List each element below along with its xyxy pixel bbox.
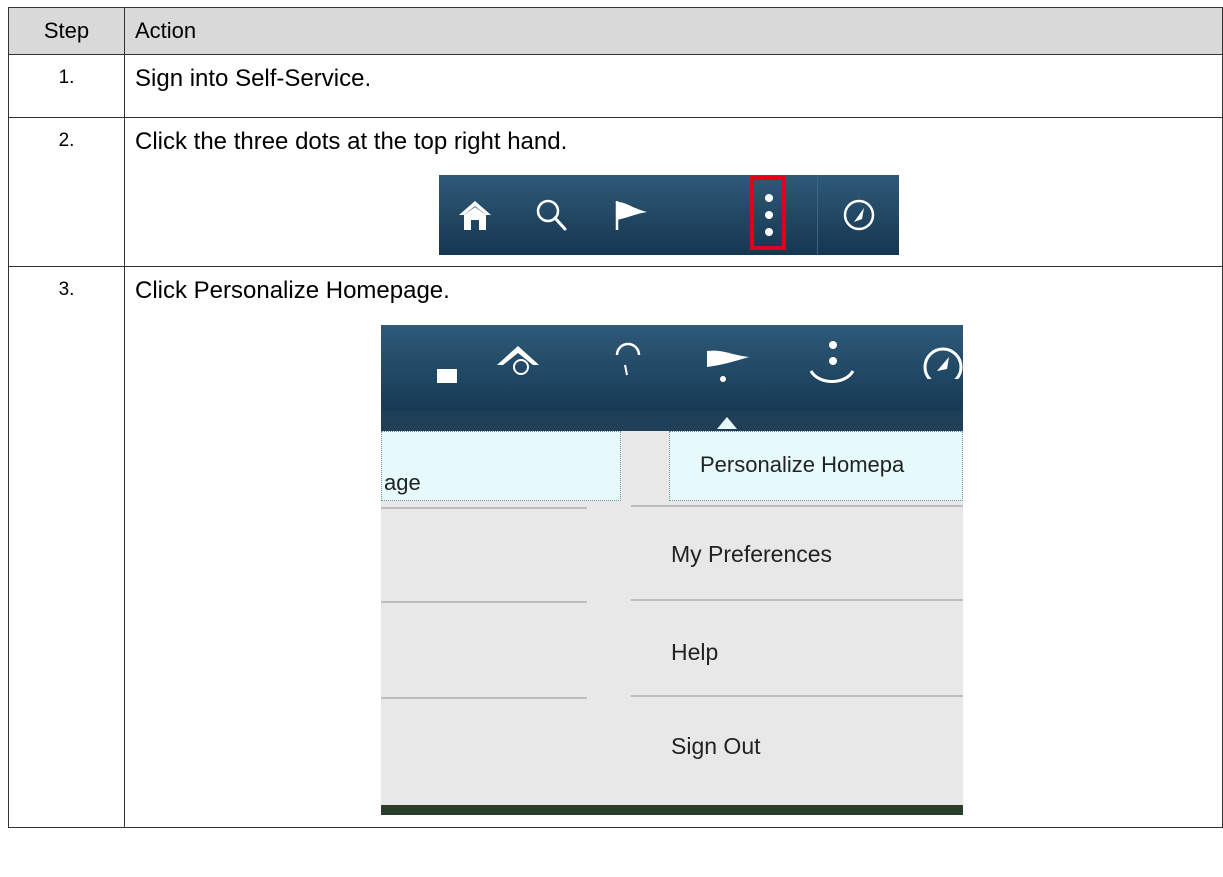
home-search-icon[interactable] <box>493 343 543 379</box>
home-icon[interactable] <box>437 369 457 383</box>
divider <box>381 697 587 699</box>
flag-icon[interactable] <box>701 345 753 385</box>
divider <box>381 601 587 603</box>
search-icon[interactable] <box>531 175 571 255</box>
step-number: 2. <box>8 117 125 267</box>
step-action: Click Personalize Homepage. age Personal… <box>124 266 1223 828</box>
navigator-icon[interactable] <box>913 339 963 379</box>
step-action: Sign into Self-Service. <box>124 54 1223 118</box>
divider <box>631 505 963 507</box>
step-number: 3. <box>8 266 125 828</box>
menu-pointer <box>717 417 737 429</box>
divider <box>381 507 587 509</box>
help-item[interactable]: Help <box>671 639 718 666</box>
navbar-screenshot <box>439 175 899 255</box>
step-number: 1. <box>8 54 125 118</box>
table-header-row: Step Action <box>8 7 1223 55</box>
menu-item-label: Personalize Homepa <box>700 452 905 477</box>
my-preferences-item[interactable]: My Preferences <box>671 541 832 568</box>
divider <box>631 599 963 601</box>
step-column-header: Step <box>8 7 125 55</box>
table-row: 2. Click the three dots at the top right… <box>8 117 1223 267</box>
home-icon[interactable] <box>455 175 495 255</box>
step-action: Click the three dots at the top right ha… <box>124 117 1223 267</box>
table-row: 3. Click Personalize Homepage. age Perso… <box>8 266 1223 828</box>
personalize-homepage-item[interactable]: Personalize Homepa <box>669 431 963 501</box>
menu-bottom-bar <box>381 805 963 815</box>
sign-out-item[interactable]: Sign Out <box>671 733 761 760</box>
navbar-strip <box>381 411 963 431</box>
more-actions-icon[interactable] <box>797 337 867 393</box>
navigator-icon[interactable] <box>839 175 879 255</box>
divider <box>631 695 963 697</box>
table-row: 1. Sign into Self-Service. <box>8 54 1223 118</box>
action-column-header: Action <box>124 7 1223 55</box>
search-icon[interactable] <box>613 339 643 379</box>
highlight-box <box>750 176 786 250</box>
step-action-text: Click the three dots at the top right ha… <box>135 128 568 155</box>
tile-label: age <box>384 470 421 495</box>
actions-menu-screenshot: age Personalize Homepa My Preferences He… <box>381 325 963 815</box>
homepage-tile[interactable]: age <box>381 431 621 501</box>
flag-icon[interactable] <box>611 175 651 255</box>
step-action-text: Sign into Self-Service. <box>135 65 372 92</box>
steps-table: Step Action 1. Sign into Self-Service. 2… <box>8 7 1223 828</box>
step-action-text: Click Personalize Homepage. <box>135 277 450 304</box>
navbar <box>381 325 963 411</box>
